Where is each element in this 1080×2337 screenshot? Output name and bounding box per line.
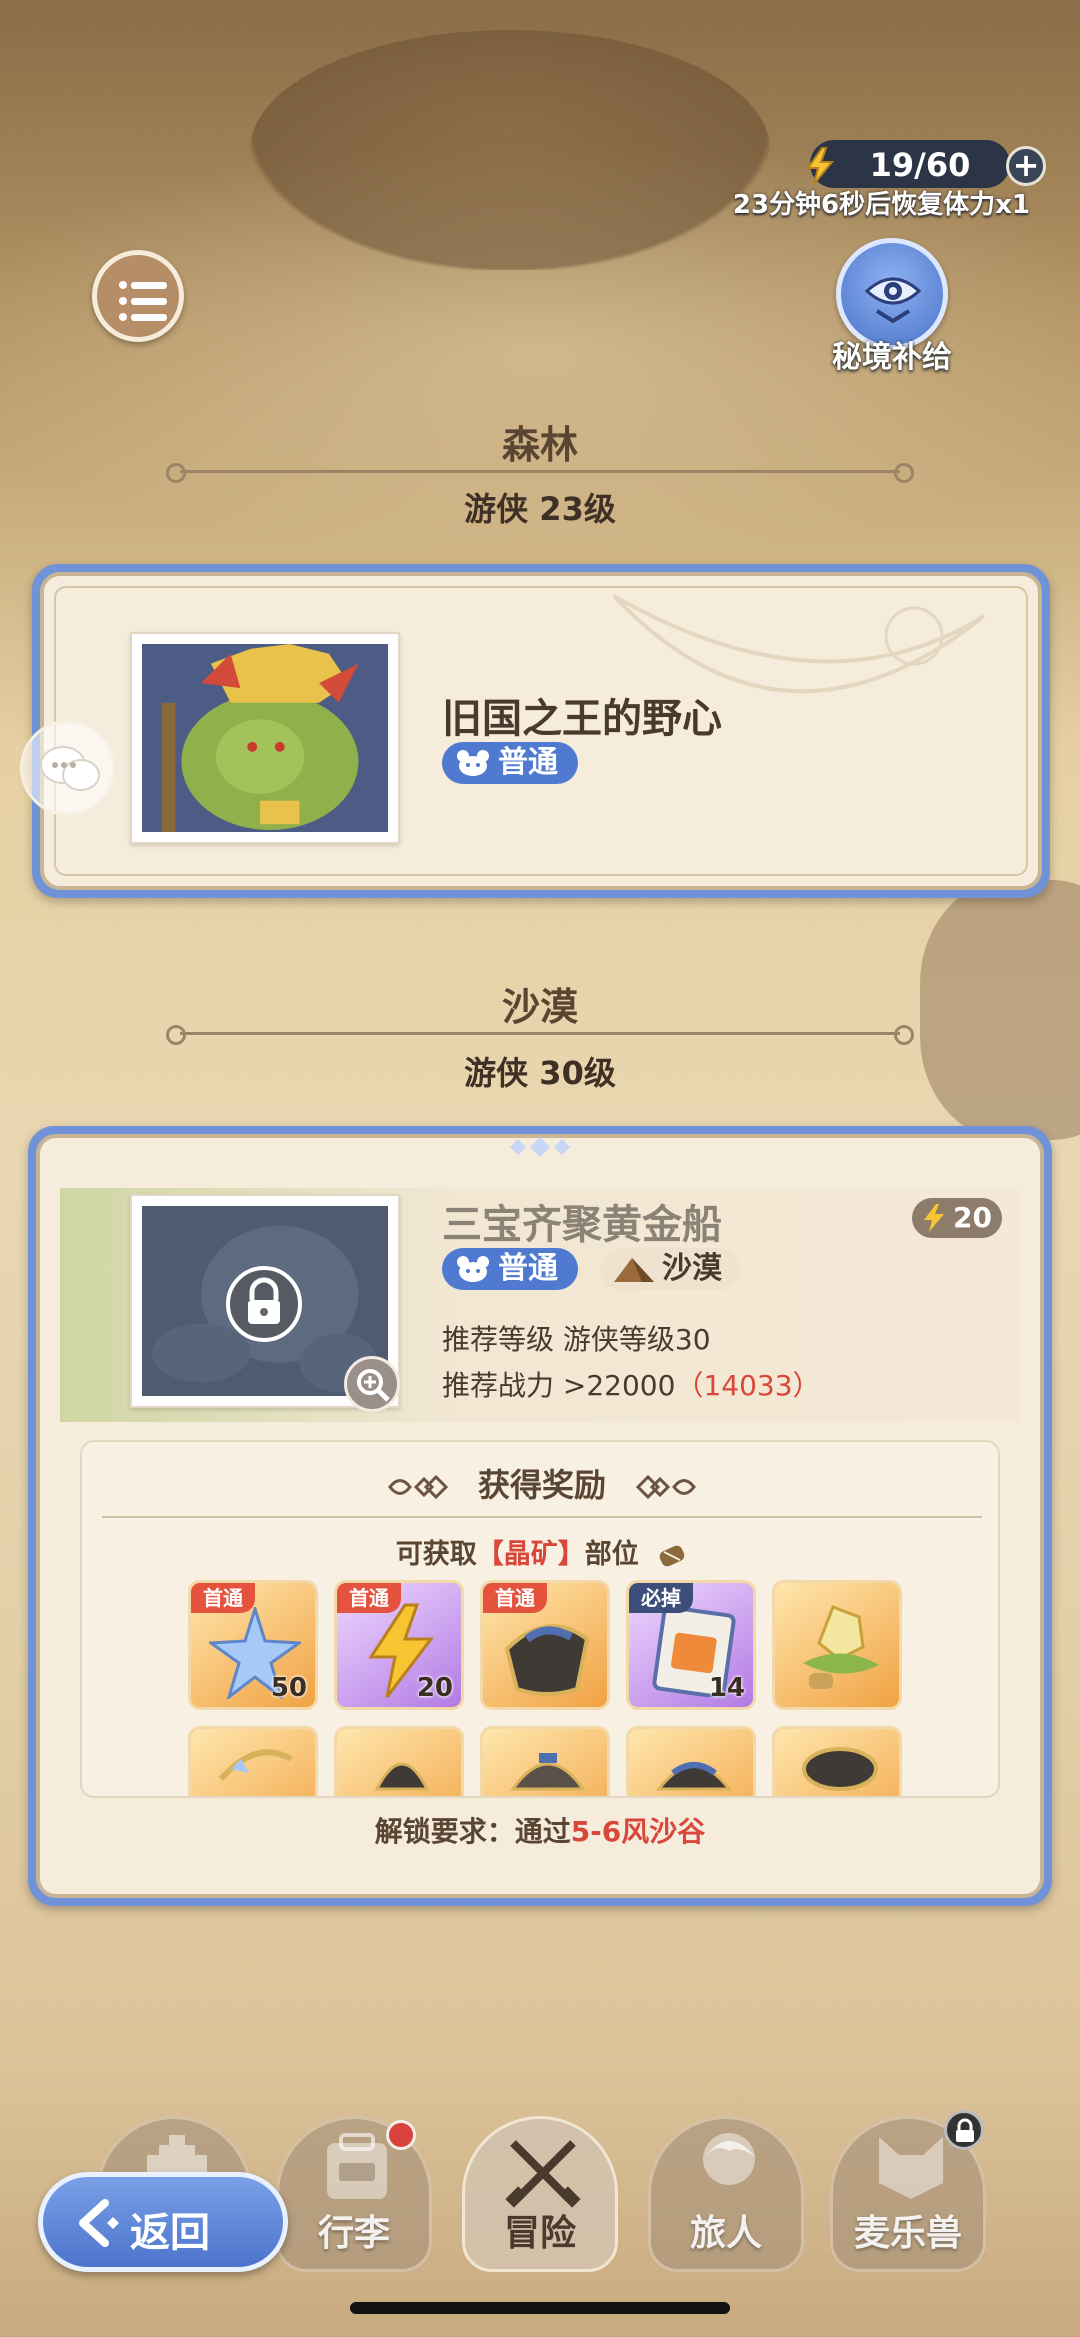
- stamina-cost: 20: [953, 1201, 992, 1234]
- menu-button[interactable]: [92, 250, 184, 342]
- difficulty-badge-forest: 普通: [442, 742, 578, 784]
- home-indicator[interactable]: [350, 2302, 730, 2314]
- nav-label-pets: 麦乐兽: [853, 2213, 962, 2254]
- unlock-prefix: 解锁要求：通过: [374, 1815, 571, 1848]
- chat-button[interactable]: [20, 720, 116, 816]
- rewards-title-label: 获得奖励: [477, 1466, 606, 1504]
- reward-quantity: 50: [270, 1673, 307, 1703]
- stage-name-forest: 旧国之王的野心: [442, 696, 722, 742]
- difficulty-badge-desert: 普通: [442, 1248, 578, 1290]
- stamina-recover-text: 23分钟6秒后恢复体力x1: [732, 190, 1030, 220]
- stage-name-desert: 三宝齐聚黄金船: [442, 1202, 722, 1248]
- list-icon: [119, 281, 167, 321]
- ornament-left-icon: [388, 1474, 449, 1500]
- reward-item[interactable]: [772, 1580, 902, 1710]
- armor-ring-icon: [802, 1747, 878, 1791]
- reward-tag: 首通: [191, 1583, 255, 1613]
- unlock-requirement: 解锁要求：通过5-6风沙谷: [0, 1810, 1080, 1850]
- background-floating-rock: [250, 30, 770, 270]
- goblin-king-portrait: [142, 644, 388, 832]
- locked-badge: [944, 2110, 984, 2150]
- reward-item[interactable]: [772, 1726, 902, 1796]
- recommended-level: 推荐等级 游侠等级30: [442, 1323, 711, 1356]
- back-arrow-icon: [79, 2199, 119, 2247]
- lock-icon: [226, 1266, 302, 1342]
- current-power: （14033）: [675, 1369, 821, 1402]
- crossed-swords-icon: [505, 2140, 581, 2208]
- difficulty-label: 普通: [498, 1251, 558, 1286]
- rewards-subtitle: 可获取【晶矿】部位: [82, 1532, 998, 1571]
- reward-item[interactable]: [334, 1726, 464, 1796]
- dark-helm-icon: [374, 1762, 430, 1791]
- section-level-forest: 游侠 23级: [464, 490, 616, 528]
- zoom-button[interactable]: [344, 1356, 400, 1412]
- reward-quantity: 20: [416, 1673, 453, 1703]
- nav-label-adventure: 冒险: [503, 2213, 576, 2254]
- lightning-icon: [806, 147, 835, 185]
- chat-bubbles-icon: [40, 746, 100, 791]
- back-label: 返回: [130, 2210, 210, 2256]
- nav-label-travelers: 旅人: [689, 2213, 762, 2254]
- recommended-power-label: 推荐战力 >22000: [442, 1369, 676, 1402]
- dune-icon: [614, 1258, 654, 1282]
- traveler-head-icon: [703, 2133, 755, 2185]
- cat-face-icon: [879, 2137, 943, 2199]
- magnify-plus-icon: [357, 1369, 390, 1402]
- crystal-leaf-icon: [803, 1605, 879, 1689]
- rewards-sub-prefix: 可获取: [395, 1539, 477, 1570]
- reward-item[interactable]: 必掉 14: [626, 1580, 756, 1710]
- recommended-power: 推荐战力 >22000（14033）: [442, 1364, 821, 1404]
- bear-face-icon: [457, 1256, 489, 1282]
- reward-tag: 必掉: [629, 1583, 693, 1613]
- section-level-desert: 游侠 30级: [464, 1054, 616, 1092]
- region-label: 沙漠: [662, 1251, 722, 1286]
- section-divider: [166, 1025, 914, 1045]
- eye-emblem-icon: [864, 277, 922, 323]
- reward-item[interactable]: 首通 20: [334, 1580, 464, 1710]
- reward-item[interactable]: [626, 1726, 756, 1796]
- section-title-desert: 沙漠: [501, 985, 578, 1029]
- bracer-icon: [659, 1545, 685, 1566]
- rewards-title: 获得奖励: [82, 1460, 998, 1506]
- bear-face-icon: [457, 750, 489, 776]
- section-title-forest: 森林: [501, 423, 578, 467]
- section-divider: [166, 463, 914, 483]
- reward-item[interactable]: [480, 1726, 610, 1796]
- difficulty-label: 普通: [498, 745, 558, 780]
- rewards-sub-suffix: 部位: [584, 1539, 639, 1570]
- lightning-icon: [924, 1204, 944, 1232]
- rewards-panel: 获得奖励 可获取【晶矿】部位 首通 50 首通 20 首通 必掉 14: [80, 1440, 1000, 1798]
- diamond-ornament-icon: [510, 1137, 570, 1157]
- unlock-stage: 5-6风沙谷: [570, 1815, 706, 1848]
- reward-tag: 首通: [337, 1583, 401, 1613]
- armor-crown-icon: [510, 1753, 586, 1791]
- armor-shoulder-icon: [655, 1762, 733, 1791]
- reward-item[interactable]: [188, 1726, 318, 1796]
- add-stamina-button[interactable]: +: [1006, 146, 1046, 186]
- boss-portrait-forest: [130, 632, 400, 844]
- region-badge-desert: 沙漠: [600, 1248, 740, 1290]
- reward-tag: 首通: [483, 1583, 547, 1613]
- rewards-sub-highlight: 【晶矿】: [476, 1539, 585, 1570]
- stamina-count: 19/60: [869, 146, 971, 184]
- ornament-right-icon: [635, 1474, 696, 1500]
- nav-label-luggage: 行李: [317, 2213, 390, 2254]
- rewards-divider: [102, 1516, 982, 1518]
- reward-item[interactable]: 首通 50: [188, 1580, 318, 1710]
- armor-piece-icon: [504, 1624, 590, 1696]
- notification-dot: [386, 2120, 416, 2150]
- crystal-horn-icon: [218, 1749, 293, 1781]
- lock-icon: [956, 2118, 974, 2142]
- reward-item[interactable]: 首通: [480, 1580, 610, 1710]
- stamina-cost-badge: 20: [912, 1198, 1002, 1238]
- supply-label: 秘境补给: [832, 340, 952, 375]
- backpack-icon: [327, 2133, 387, 2199]
- reward-quantity: 14: [708, 1673, 745, 1703]
